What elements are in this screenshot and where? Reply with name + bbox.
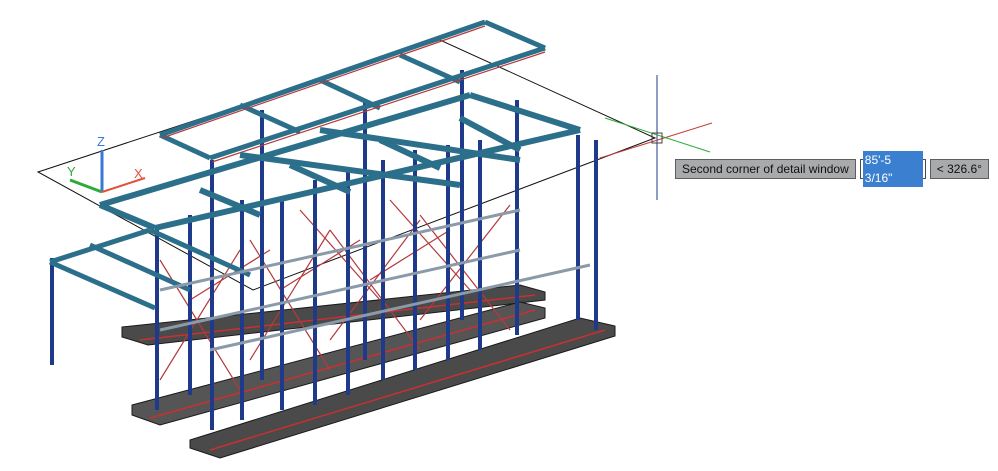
- ucs-y-label: Y: [67, 164, 76, 179]
- ucs-icon: Z Y X: [67, 134, 146, 194]
- distance-input-value[interactable]: 85'-5 3/16": [862, 151, 923, 187]
- angle-display[interactable]: < 326.6°: [929, 159, 989, 179]
- distance-input-field[interactable]: 85'-5 3/16": [859, 151, 926, 187]
- ucs-z-label: Z: [97, 134, 105, 149]
- ucs-x-label: X: [134, 166, 143, 181]
- lower-platform: [48, 227, 252, 311]
- dynamic-input-prompt: Second corner of detail window 85'-5 3/1…: [675, 151, 989, 187]
- model-viewport[interactable]: Z Y X Second corner of detail window 85'…: [0, 0, 998, 471]
- structural-model-3d[interactable]: Z Y X: [0, 0, 998, 471]
- crosshair-cursor: [599, 75, 713, 200]
- prompt-label: Second corner of detail window: [675, 159, 856, 179]
- footings: [121, 284, 616, 459]
